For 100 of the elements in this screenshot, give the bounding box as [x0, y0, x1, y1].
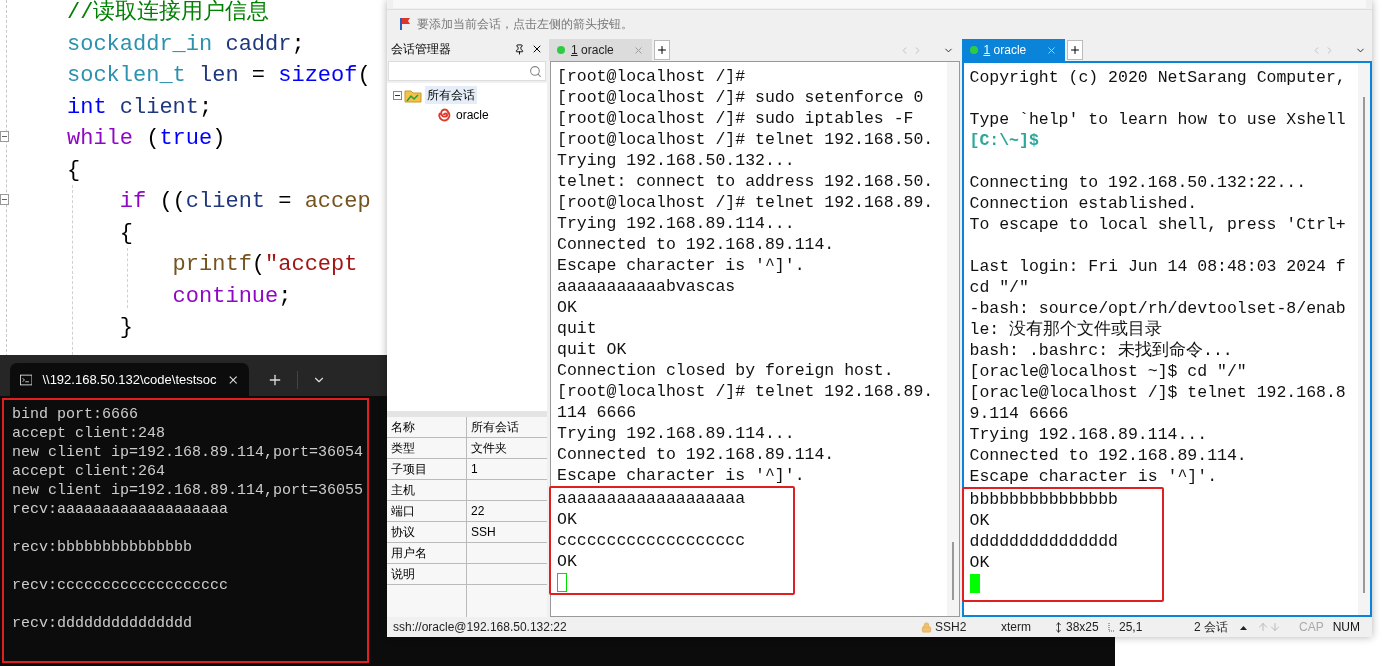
- terminal-line: ddddddddddddddd: [969, 531, 1119, 552]
- terminal-line: Connected to 192.168.89.114.: [557, 444, 835, 465]
- terminal-line: Connecting to 192.168.50.132:22...: [969, 172, 1307, 193]
- tree-item[interactable]: 所有会话: [425, 86, 477, 104]
- terminal-line: cd "/": [969, 277, 1029, 298]
- terminal-line: OK: [557, 297, 577, 318]
- property-value: 22: [470, 503, 485, 520]
- console-line: accept client:264: [12, 462, 166, 481]
- panel-title: 会话管理器: [391, 41, 452, 58]
- terminal-line: Trying 192.168.89.114...: [557, 423, 795, 444]
- terminal-icon: [20, 373, 33, 386]
- code-line: continue;: [171, 282, 292, 311]
- terminal-line: [root@localhost /]# sudo iptables -F: [557, 108, 914, 129]
- num-lock-indicator: NUM: [1332, 619, 1360, 636]
- property-name: 名称: [390, 419, 416, 436]
- property-value: SSH: [470, 524, 496, 541]
- terminal-line: [root@localhost /]# telnet 192.168.50.: [557, 129, 934, 150]
- terminal-line: 9.114 6666: [969, 403, 1069, 424]
- terminal-line: Type `help' to learn how to use Xshell: [969, 109, 1346, 130]
- console-line: recv:ddddddddddddddd: [12, 614, 193, 633]
- terminal-line: Escape character is '^]'.: [557, 465, 805, 486]
- terminal-line: [root@localhost /]# telnet 192.168.89.: [557, 381, 934, 402]
- cursor-position-icon: [1108, 622, 1116, 632]
- terminal-line: [oracle@localhost ~]$ cd "/": [969, 361, 1247, 382]
- code-line: while (true): [67, 125, 226, 153]
- terminal-line: [C:\~]$: [969, 130, 1039, 151]
- fold-icon[interactable]: [0, 194, 9, 205]
- terminal-line: telnet: connect to address 192.168.50.: [557, 171, 934, 192]
- connection-address: ssh://oracle@192.168.50.132:22: [393, 619, 568, 636]
- terminal-line: OK: [969, 510, 990, 531]
- terminal-line: Escape character is '^]'.: [557, 255, 805, 276]
- lock-icon: [921, 621, 932, 633]
- swirl-icon: [437, 108, 451, 122]
- caps-lock-indicator: CAP: [1299, 619, 1324, 636]
- tree-item[interactable]: oracle: [454, 106, 491, 124]
- terminal-line: quit: [557, 318, 597, 339]
- property-value: 所有会话: [470, 419, 519, 436]
- property-name: 用户名: [390, 545, 428, 562]
- terminal-line: Connection established.: [969, 193, 1198, 214]
- terminal-line: [oracle@localhost /]$ telnet 192.168.8: [969, 382, 1346, 403]
- scrollbar-thumb[interactable]: [1363, 97, 1365, 593]
- terminal-line: aaaaaaaaaaabvascas: [557, 276, 736, 297]
- terminal-line: Connection closed by foreign host.: [557, 360, 894, 381]
- terminal-line: [root@localhost /]# telnet 192.168.89.: [557, 192, 934, 213]
- collapse-icon[interactable]: [393, 90, 402, 100]
- terminal-line: To escape to local shell, press 'Ctrl+: [969, 214, 1346, 235]
- property-value: 文件夹: [470, 440, 507, 457]
- console-line: recv:ccccccccccccccccccc: [12, 576, 229, 595]
- terminal-line: Trying 192.168.50.132...: [557, 150, 795, 171]
- code-line: {: [118, 219, 133, 248]
- console-line: recv:aaaaaaaaaaaaaaaaaaa: [12, 500, 229, 519]
- pin-icon[interactable]: [514, 43, 525, 55]
- cursor-position: 25,1: [1119, 619, 1144, 636]
- property-name: 子项目: [390, 461, 428, 478]
- terminal-tab[interactable]: \\192.168.50.132\code\testsoc: [10, 363, 249, 396]
- up-caret-icon: [1240, 624, 1247, 630]
- property-name: 说明: [390, 566, 416, 583]
- resize-icon: [1053, 621, 1064, 633]
- terminal-size: 38x25: [1066, 619, 1100, 636]
- terminal-line: Trying 192.168.89.114...: [969, 424, 1208, 445]
- session-tab[interactable]: 1 oracle: [961, 39, 1065, 61]
- property-name: 端口: [390, 503, 416, 520]
- session-count[interactable]: 2 会话: [1194, 618, 1238, 636]
- console-line: recv:bbbbbbbbbbbbbbb: [12, 538, 193, 557]
- terminal-pane[interactable]: [961, 61, 1372, 617]
- code-line: printf("accept: [171, 251, 358, 279]
- new-tab-button[interactable]: [1066, 40, 1083, 60]
- code-line: int client;: [67, 93, 213, 122]
- code-line: socklen_t len = sizeof(: [67, 62, 371, 90]
- new-tab-button[interactable]: [654, 40, 670, 60]
- code-line: {: [67, 156, 81, 185]
- console-line: accept client:248: [12, 424, 166, 443]
- code-line: if ((client = accep: [118, 188, 371, 216]
- scrollbar-thumb[interactable]: [951, 542, 954, 600]
- info-message: 要添加当前会话，点击左侧的箭头按钮。: [417, 15, 633, 33]
- property-name: 类型: [390, 440, 416, 457]
- search-field[interactable]: [388, 61, 546, 81]
- terminal-line: Last login: Fri Jun 14 08:48:03 2024 f: [969, 256, 1346, 277]
- session-tab[interactable]: 1 oracle: [549, 39, 652, 61]
- terminal-line: aaaaaaaaaaaaaaaaaaa: [557, 488, 746, 509]
- property-name: 协议: [390, 524, 416, 541]
- terminal-type: xterm: [1001, 619, 1032, 636]
- terminal-pane[interactable]: [550, 61, 960, 617]
- terminal-line: Copyright (c) 2020 NetSarang Computer,: [969, 67, 1346, 88]
- terminal-line: Connected to 192.168.89.114.: [557, 234, 835, 255]
- fold-icon[interactable]: [0, 131, 9, 142]
- code-line: }: [118, 314, 133, 342]
- console-line: new client ip=192.168.89.114,port=36055: [12, 481, 364, 500]
- terminal-line: [root@localhost /]#: [557, 66, 746, 87]
- close-icon[interactable]: [531, 43, 543, 55]
- terminal-line: OK: [557, 551, 577, 572]
- folder-icon: [404, 87, 422, 103]
- terminal-line: le: 没有那个文件或目录: [969, 319, 1163, 340]
- search-icon: [529, 64, 542, 78]
- console-line: new client ip=192.168.89.114,port=36054: [12, 443, 364, 462]
- terminal-line: 114 6666: [557, 402, 637, 423]
- property-value: 1: [470, 461, 478, 478]
- property-name: 主机: [390, 482, 416, 499]
- terminal-line: [root@localhost /]# sudo setenforce 0: [557, 87, 924, 108]
- code-line: sockaddr_in caddr;: [67, 30, 305, 59]
